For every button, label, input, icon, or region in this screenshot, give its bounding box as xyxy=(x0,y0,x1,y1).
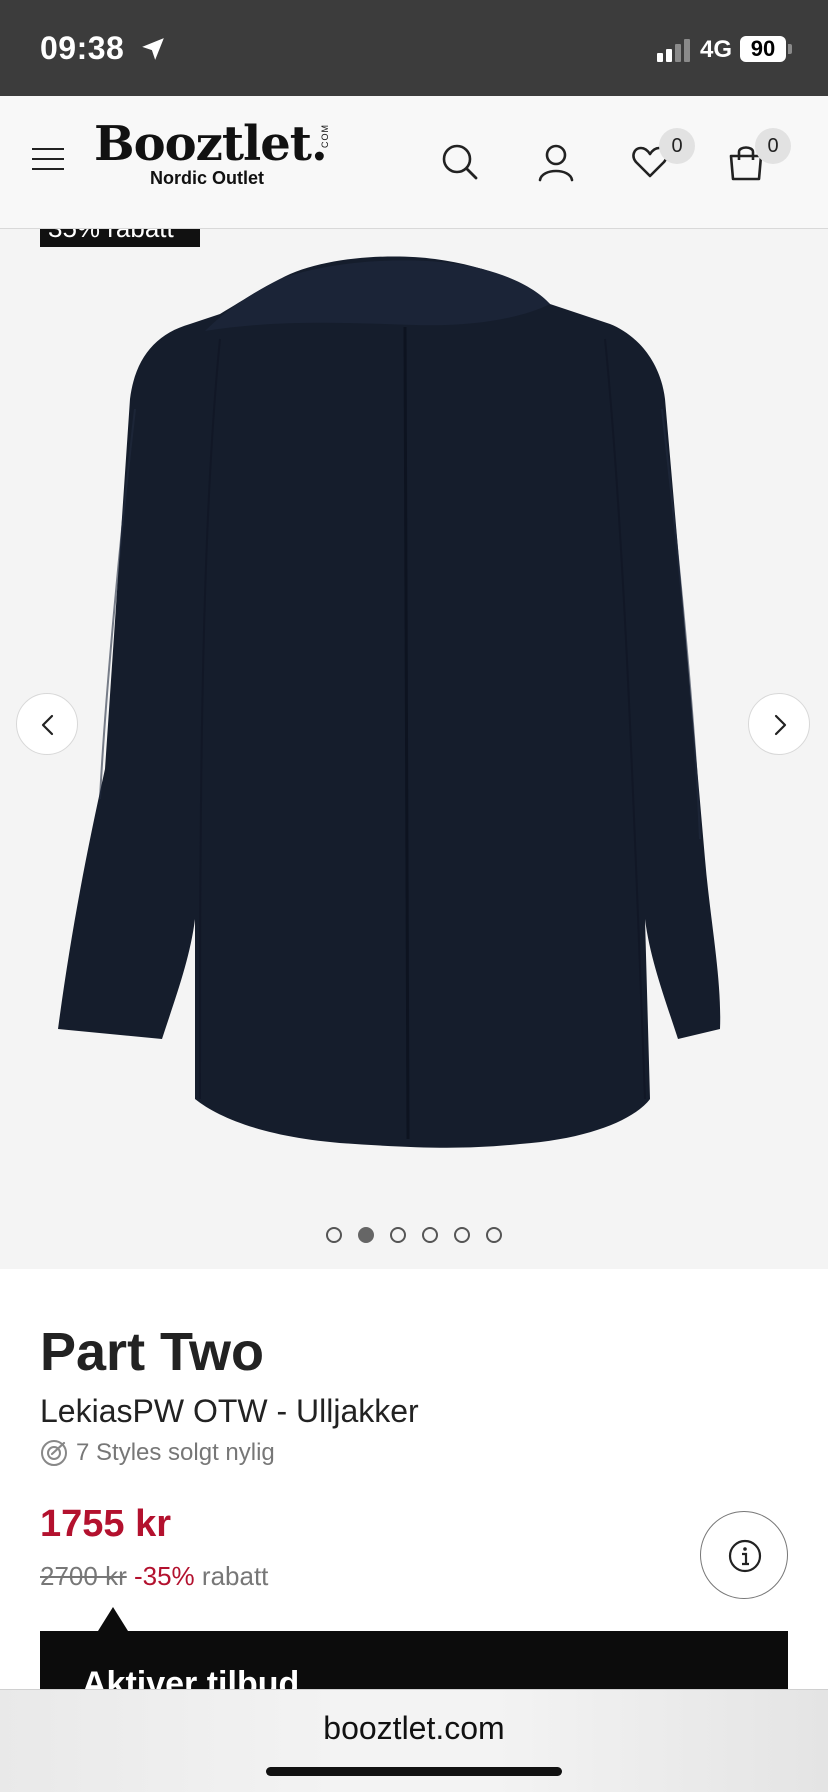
product-name: LekiasPW OTW - Ulljakker xyxy=(40,1393,419,1429)
previous-image-button[interactable] xyxy=(16,693,78,755)
search-icon[interactable] xyxy=(440,142,480,182)
url-text[interactable]: booztlet.com xyxy=(0,1710,828,1747)
sold-recently-text: 7 Styles solgt nylig xyxy=(76,1439,275,1466)
status-bar: 09:38 4G 90 xyxy=(0,0,828,96)
next-image-button[interactable] xyxy=(748,693,810,755)
original-price: 2700 kr xyxy=(40,1561,127,1591)
logo-com: COM xyxy=(320,124,330,148)
battery-tip xyxy=(788,44,792,54)
status-time: 09:38 xyxy=(40,30,125,66)
wishlist-count-badge: 0 xyxy=(659,128,695,164)
tooltip-pointer xyxy=(98,1607,128,1631)
home-indicator[interactable] xyxy=(266,1767,562,1776)
gallery-dot[interactable] xyxy=(486,1227,502,1243)
info-icon xyxy=(728,1539,762,1573)
discount-label: rabatt xyxy=(201,1561,269,1591)
product-info: Part Two LekiasPW OTW - Ulljakker 7 Styl… xyxy=(0,1269,828,1711)
gallery-dot[interactable] xyxy=(326,1227,342,1243)
network-type: 4G xyxy=(699,36,732,63)
cart-count-badge: 0 xyxy=(755,128,791,164)
cellular-signal-icon xyxy=(657,38,690,62)
product-brand[interactable]: Part Two xyxy=(40,1321,264,1383)
gallery-dot[interactable] xyxy=(422,1227,438,1243)
user-icon[interactable] xyxy=(536,142,576,182)
browser-address-bar[interactable]: booztlet.com xyxy=(0,1689,828,1792)
gallery-dot[interactable] xyxy=(358,1227,374,1243)
battery-icon: 90 xyxy=(740,36,786,62)
price-info-button[interactable] xyxy=(700,1511,788,1599)
chevron-right-icon xyxy=(774,714,787,736)
logo[interactable]: Booztlet. COM Nordic Outlet xyxy=(94,116,330,189)
chevron-left-icon xyxy=(41,714,54,736)
site-header: Booztlet. COM Nordic Outlet 0 0 xyxy=(0,96,828,229)
gallery-pagination xyxy=(0,1227,828,1243)
product-image-coat xyxy=(58,256,721,1148)
gallery-dot[interactable] xyxy=(390,1227,406,1243)
location-arrow-icon xyxy=(142,38,164,60)
current-price: 1755 kr xyxy=(40,1503,172,1545)
menu-icon[interactable] xyxy=(32,148,64,174)
sold-recently: 7 Styles solgt nylig xyxy=(40,1439,275,1467)
target-check-icon xyxy=(41,1440,67,1466)
gallery-dot[interactable] xyxy=(454,1227,470,1243)
product-image-gallery[interactable]: 35% rabatt xyxy=(0,229,828,1269)
price-comparison: 2700 kr -35% rabatt xyxy=(40,1561,268,1592)
discount-percent: -35% xyxy=(133,1561,195,1591)
logo-wordmark: Booztlet. xyxy=(94,116,328,172)
